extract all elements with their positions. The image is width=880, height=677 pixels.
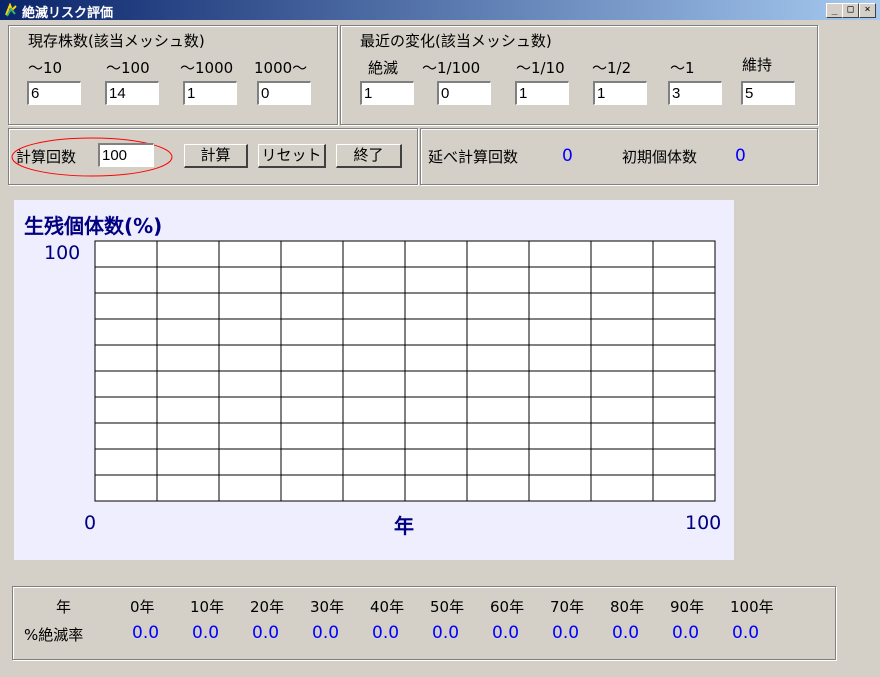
rate-year-label: 20年 (250, 598, 285, 616)
chart-ylabel: 生残個体数(%) (24, 214, 163, 238)
stock-field-10[interactable]: 6 (27, 81, 81, 105)
rate-year-label: 30年 (310, 598, 345, 616)
chart-xlabel: 年 (394, 514, 414, 538)
total-calc-value: 0 (562, 146, 573, 166)
app-icon (5, 3, 17, 17)
change-label-1-10: 〜1/10 (516, 59, 565, 77)
rate-value: 0.0 (132, 623, 160, 643)
change-label-1-2: 〜1/2 (592, 59, 632, 77)
chart-ymax-label: 100 (44, 242, 81, 264)
change-label-1: 〜1 (670, 59, 695, 77)
rate-value: 0.0 (672, 623, 700, 643)
initial-pop-value: 0 (735, 146, 746, 166)
change-field-1-2[interactable]: 1 (593, 81, 647, 105)
chart-xmax-label: 100 (685, 512, 722, 534)
rate-value: 0.0 (552, 623, 580, 643)
stock-label-1000: 〜1000 (180, 59, 234, 77)
rate-value: 0.0 (732, 623, 760, 643)
change-field-1[interactable]: 3 (668, 81, 722, 105)
change-field-maintain[interactable]: 5 (741, 81, 795, 105)
change-field-1-100[interactable]: 0 (437, 81, 491, 105)
recent-change-heading: 最近の変化(該当メッシュ数) (360, 32, 552, 50)
rate-year-label: 0年 (130, 598, 155, 616)
change-field-1-10[interactable]: 1 (515, 81, 569, 105)
rate-year-label: 10年 (190, 598, 225, 616)
chart-grid (94, 240, 716, 502)
calc-count-label: 計算回数 (16, 148, 77, 166)
stock-label-1000plus: 1000〜 (254, 59, 308, 77)
rate-year-label: 60年 (490, 598, 525, 616)
close-button[interactable]: × (859, 3, 876, 18)
initial-pop-label: 初期個体数 (622, 148, 698, 166)
rates-row-header: 年 (56, 598, 72, 616)
rate-value: 0.0 (432, 623, 460, 643)
chart-xmin-label: 0 (84, 512, 97, 534)
rate-value: 0.0 (192, 623, 220, 643)
rate-value: 0.0 (372, 623, 400, 643)
total-calc-label: 延べ計算回数 (428, 148, 519, 166)
calc-count-input[interactable]: 100 (98, 143, 154, 167)
minimize-button[interactable]: _ (826, 3, 843, 18)
rate-year-label: 100年 (730, 598, 774, 616)
stock-field-1000[interactable]: 1 (183, 81, 237, 105)
rate-year-label: 40年 (370, 598, 405, 616)
rates-label: %絶滅率 (24, 626, 84, 644)
calc-button[interactable]: 計算 (184, 144, 248, 168)
rate-value: 0.0 (492, 623, 520, 643)
change-label-extinct: 絶滅 (368, 59, 399, 77)
reset-button[interactable]: リセット (258, 144, 326, 168)
exit-button[interactable]: 終了 (336, 144, 402, 168)
change-label-maintain: 維持 (742, 56, 773, 74)
rate-value: 0.0 (252, 623, 280, 643)
stock-label-100: 〜100 (106, 59, 150, 77)
stock-label-10: 〜10 (28, 59, 63, 77)
rate-year-label: 90年 (670, 598, 705, 616)
stock-field-100[interactable]: 14 (105, 81, 159, 105)
change-field-extinct[interactable]: 1 (360, 81, 414, 105)
window-title: 絶滅リスク評価 (22, 6, 114, 21)
rate-year-label: 80年 (610, 598, 645, 616)
rate-value: 0.0 (612, 623, 640, 643)
rate-value: 0.0 (312, 623, 340, 643)
rate-year-label: 50年 (430, 598, 465, 616)
title-bar[interactable] (0, 0, 880, 20)
current-stock-heading: 現存株数(該当メッシュ数) (28, 32, 205, 50)
rate-year-label: 70年 (550, 598, 585, 616)
stock-field-1000plus[interactable]: 0 (257, 81, 311, 105)
change-label-1-100: 〜1/100 (422, 59, 481, 77)
maximize-button[interactable]: □ (842, 3, 859, 18)
